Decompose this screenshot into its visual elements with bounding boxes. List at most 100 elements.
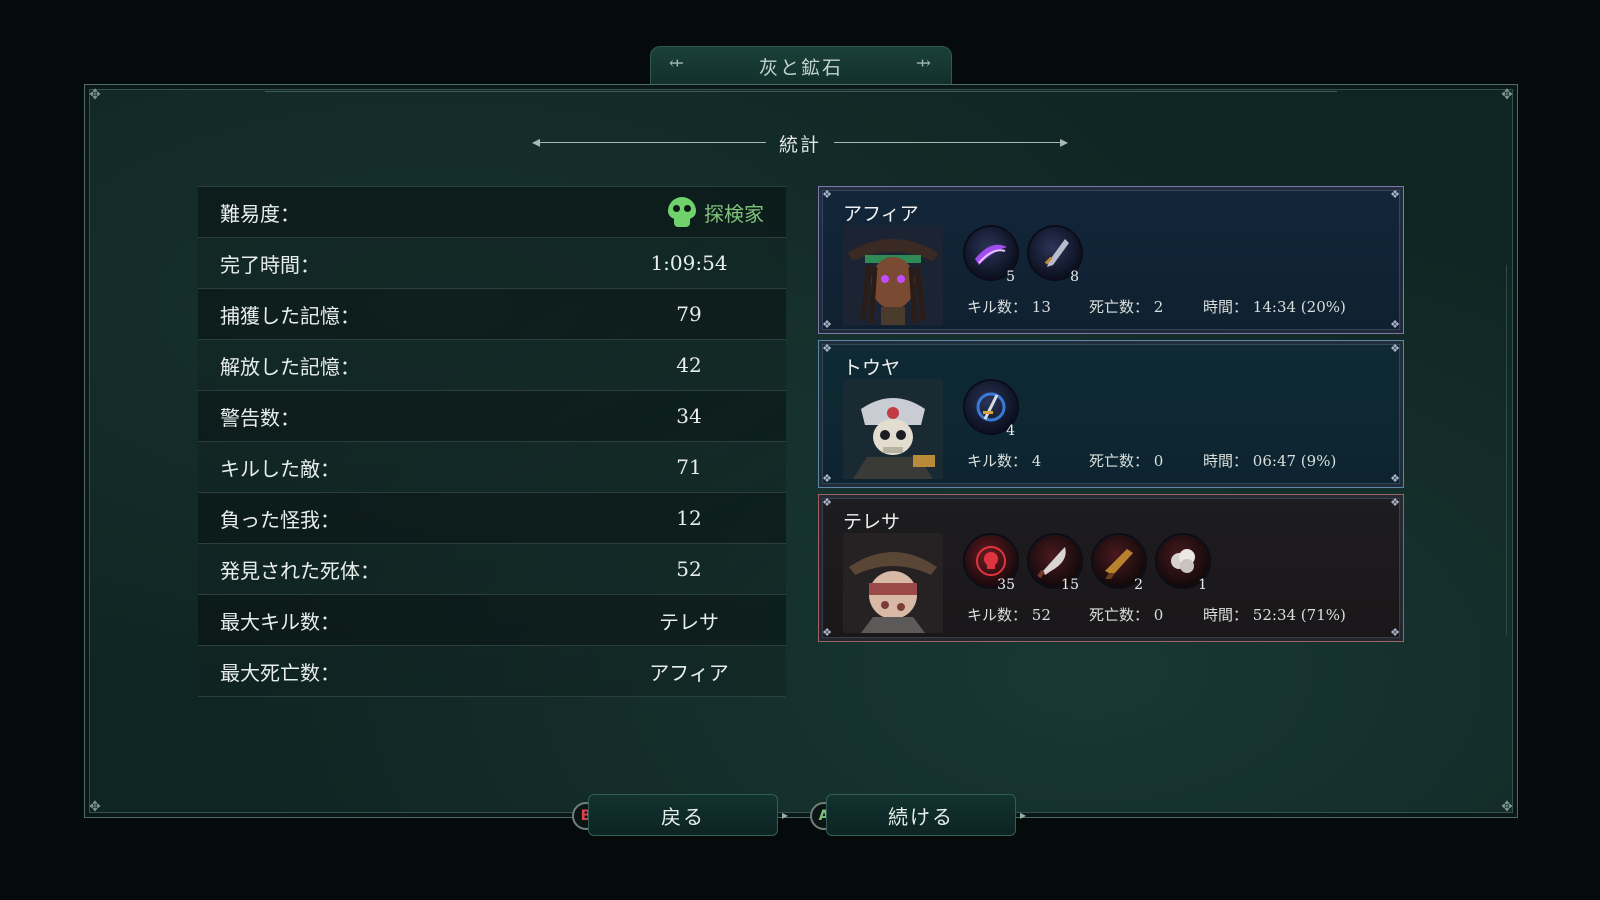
corner-ornament-icon: ❖: [822, 342, 832, 355]
character-name: トウヤ: [843, 357, 901, 379]
character-summary: キル数： 4 死亡数： 0 時間： 06:47 (9%): [967, 450, 1336, 471]
stat-label: 最大死亡数：: [220, 660, 340, 685]
screen-title: 灰と鉱石: [758, 56, 843, 79]
stat-row-alerts: 警告数： 34: [198, 391, 786, 442]
character-name: アフィア: [843, 203, 919, 225]
deaths-value: 2: [1153, 298, 1164, 316]
stat-label: 難易度：: [220, 201, 300, 226]
time-value: 14:34 (20%): [1252, 298, 1346, 316]
header-line-left: [536, 142, 766, 143]
stat-row-enemies-killed: キルした敵： 71: [198, 442, 786, 493]
stat-label: 捕獲した記憶：: [220, 303, 360, 328]
stat-row-memories-released: 解放した記憶： 42: [198, 340, 786, 391]
corner-ornament-icon: ❖: [822, 318, 832, 331]
right-ornament-icon: ⇸: [915, 53, 933, 74]
ability-list: 5 8: [965, 227, 1081, 285]
corner-ornament-icon: ❖: [1390, 342, 1400, 355]
kills-label: キル数：: [967, 298, 1028, 316]
ability-list: 35 15 2 1: [965, 535, 1209, 593]
stat-label: 発見された死体：: [220, 558, 380, 583]
teresa-portrait-icon: [843, 533, 943, 633]
ability-list: 4: [965, 381, 1017, 439]
deaths-label: 死亡数：: [1089, 606, 1150, 624]
time-label: 時間：: [1203, 452, 1249, 470]
corner-ornament-icon: ✥: [89, 799, 101, 815]
deaths-label: 死亡数：: [1089, 452, 1150, 470]
corner-ornament-icon: ✥: [1501, 799, 1513, 815]
corner-ornament-icon: ❖: [822, 472, 832, 485]
corner-ornament-icon: ❖: [1390, 472, 1400, 485]
stat-row-clear-time: 完了時間： 1:09:54: [198, 238, 786, 289]
deaths-label: 死亡数：: [1089, 298, 1150, 316]
section-header: ◂ 統計 ▸: [532, 128, 1068, 158]
arrow-right-icon: ▸: [1059, 132, 1068, 151]
character-summary: キル数： 13 死亡数： 2 時間： 14:34 (20%): [967, 296, 1346, 317]
stat-row-most-kills: 最大キル数： テレサ: [198, 595, 786, 646]
stat-row-injuries: 負った怪我： 12: [198, 493, 786, 544]
stats-table: 難易度： 探検家 完了時間： 1:09:54 捕獲した記憶： 79 解放した記憶…: [198, 186, 786, 697]
kills-value: 13: [1031, 298, 1051, 316]
stat-value: 52: [676, 557, 702, 581]
stat-label: 完了時間：: [220, 252, 320, 277]
dagger-icon: 8: [1029, 227, 1081, 285]
purple-blade-slash-icon: 5: [965, 227, 1017, 285]
ability-count: 1: [1198, 577, 1207, 593]
kills-value: 52: [1031, 606, 1051, 624]
deaths-value: 0: [1153, 606, 1164, 624]
kills-value: 4: [1031, 452, 1042, 470]
stat-label: 最大キル数：: [220, 609, 340, 634]
stat-value: 42: [676, 353, 702, 377]
continue-button[interactable]: 続ける: [826, 794, 1016, 836]
green-skull-icon: [668, 197, 696, 227]
time-label: 時間：: [1203, 606, 1249, 624]
time-value: 06:47 (9%): [1252, 452, 1337, 470]
left-ornament-icon: ⇷: [669, 53, 687, 74]
ability-count: 8: [1070, 269, 1079, 285]
kills-label: キル数：: [967, 606, 1028, 624]
time-label: 時間：: [1203, 298, 1249, 316]
cleaver-icon: 15: [1029, 535, 1081, 593]
section-title: 統計: [778, 133, 821, 156]
scroll-track: [1506, 265, 1507, 635]
stat-value: アフィア: [649, 660, 729, 685]
stat-label: キルした敵：: [220, 456, 340, 481]
character-name: テレサ: [843, 511, 901, 533]
stat-row-bodies-found: 発見された死体： 52: [198, 544, 786, 595]
character-card-touya: ❖ ❖ ❖ ❖ トウヤ 4 キル数： 4 死亡数： 0 時間： 06:47 (9…: [818, 340, 1404, 488]
pistol-icon: 2: [1093, 535, 1145, 593]
stat-label: 警告数：: [220, 405, 300, 430]
corner-ornament-icon: ❖: [822, 626, 832, 639]
stat-value: テレサ: [659, 609, 719, 634]
character-card-teresa: ❖ ❖ ❖ ❖ テレサ 35 15 2 1 キル数： 52 死亡数： 0 時間：…: [818, 494, 1404, 642]
back-button[interactable]: 戻る: [588, 794, 778, 836]
arrow-right-icon: ▸: [782, 808, 789, 822]
character-list: ❖ ❖ ❖ ❖ アフィア 5 8 キル数： 13 死亡数： 2 時間： 14:3…: [818, 186, 1404, 648]
stat-value: 79: [676, 302, 702, 326]
corner-ornament-icon: ✥: [89, 87, 101, 103]
afia-portrait-icon: [843, 225, 943, 325]
touya-portrait-icon: [843, 379, 943, 479]
skull-target-icon: 35: [965, 535, 1017, 593]
character-summary: キル数： 52 死亡数： 0 時間： 52:34 (71%): [967, 604, 1346, 625]
ability-count: 4: [1006, 423, 1015, 439]
difficulty-value: 探検家: [704, 201, 764, 226]
deaths-value: 0: [1153, 452, 1164, 470]
stat-row-difficulty: 難易度： 探検家: [198, 186, 786, 238]
ability-count: 15: [1061, 577, 1079, 593]
screen-title-tab: ⇷ 灰と鉱石 ⇸: [650, 46, 952, 85]
corner-ornament-icon: ❖: [1390, 626, 1400, 639]
corner-ornament-icon: ❖: [1390, 188, 1400, 201]
corner-ornament-icon: ❖: [1390, 318, 1400, 331]
smoke-bomb-icon: 1: [1157, 535, 1209, 593]
corner-ornament-icon: ❖: [822, 188, 832, 201]
stat-value: 探検家: [668, 197, 764, 227]
stat-value: 71: [676, 455, 702, 479]
corner-ornament-icon: ❖: [1390, 496, 1400, 509]
ability-count: 2: [1134, 577, 1143, 593]
corner-ornament-icon: ✥: [1501, 87, 1513, 103]
sword-whirl-icon: 4: [965, 381, 1017, 439]
kills-label: キル数：: [967, 452, 1028, 470]
corner-ornament-icon: ❖: [822, 496, 832, 509]
ability-count: 35: [997, 577, 1015, 593]
stat-label: 負った怪我：: [220, 507, 340, 532]
